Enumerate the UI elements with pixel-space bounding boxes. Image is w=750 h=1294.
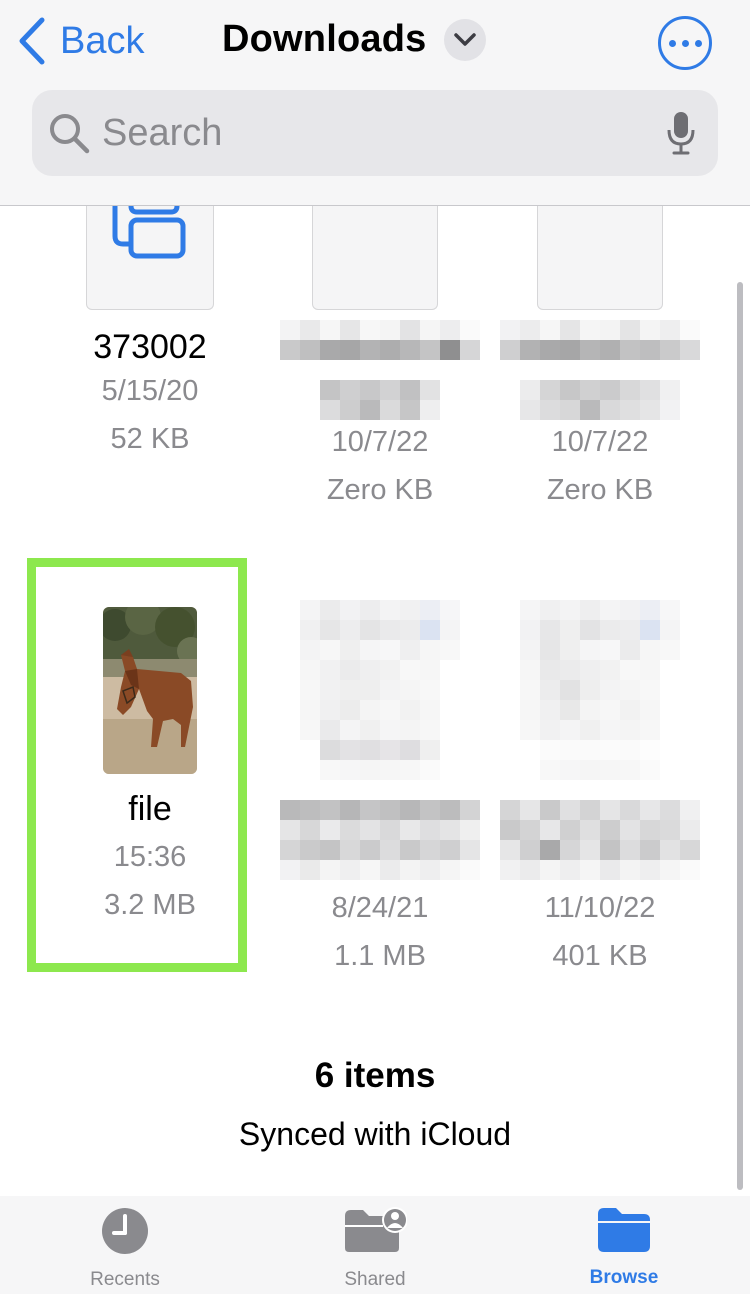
chevron-down-icon bbox=[454, 32, 477, 46]
file-date: 5/15/20 bbox=[101, 375, 199, 407]
file-date: 15:36 bbox=[113, 841, 187, 873]
file-date: 8/24/21 bbox=[331, 892, 429, 924]
tab-label: Shared bbox=[344, 1269, 406, 1290]
navigation-bar: Back Downloads bbox=[0, 0, 750, 206]
file-name: 373002 bbox=[93, 328, 207, 366]
tab-recents[interactable]: Recents bbox=[45, 1206, 205, 1291]
file-size: 3.2 MB bbox=[104, 889, 196, 921]
blurred-file-thumbnail bbox=[300, 600, 460, 780]
tab-label: Browse bbox=[589, 1267, 659, 1288]
file-size: Zero KB bbox=[326, 474, 434, 506]
folder-icon bbox=[598, 1208, 650, 1252]
stacked-windows-icon bbox=[112, 206, 186, 259]
file-date: 10/7/22 bbox=[331, 426, 429, 458]
tab-bar: Recents Shared Browse bbox=[0, 1196, 750, 1294]
file-size: 401 KB bbox=[552, 940, 648, 972]
ellipsis-circle-icon bbox=[668, 39, 676, 47]
file-name: file bbox=[128, 790, 172, 828]
scrollbar[interactable] bbox=[737, 282, 743, 1190]
tab-shared[interactable]: Shared bbox=[295, 1206, 455, 1291]
file-size: 1.1 MB bbox=[334, 940, 426, 972]
clock-icon bbox=[102, 1208, 148, 1254]
search-icon bbox=[50, 114, 90, 154]
file-item[interactable]: 10/7/22 Zero KB bbox=[500, 206, 700, 514]
file-thumbnail bbox=[86, 206, 214, 310]
tab-browse[interactable]: Browse bbox=[544, 1206, 704, 1289]
file-item[interactable]: 11/10/22 401 KB bbox=[500, 600, 700, 980]
shared-folder-icon bbox=[345, 1207, 408, 1252]
file-thumbnail bbox=[537, 206, 663, 310]
title-group: Downloads bbox=[222, 18, 487, 61]
blurred-file-thumbnail bbox=[520, 600, 680, 780]
page-title: Downloads bbox=[222, 18, 427, 60]
search-input[interactable] bbox=[102, 111, 642, 155]
search-bar[interactable] bbox=[32, 90, 718, 176]
blurred-file-name bbox=[500, 800, 700, 880]
ellipsis-dot bbox=[681, 39, 689, 47]
file-date: 11/10/22 bbox=[544, 892, 656, 924]
blurred-file-name bbox=[280, 800, 480, 880]
microphone-icon[interactable] bbox=[666, 110, 696, 156]
chevron-left-icon bbox=[19, 17, 45, 65]
blurred-file-name bbox=[520, 380, 680, 420]
blurred-file-name bbox=[320, 380, 440, 420]
file-date: 10/7/22 bbox=[551, 426, 649, 458]
file-item[interactable]: 373002 5/15/20 52 KB bbox=[70, 206, 230, 463]
blurred-file-name bbox=[280, 320, 480, 360]
file-size: Zero KB bbox=[546, 474, 654, 506]
blurred-file-name bbox=[500, 320, 700, 360]
sync-status: Synced with iCloud bbox=[238, 1116, 512, 1152]
item-count: 6 items bbox=[314, 1056, 436, 1095]
ellipsis-dot bbox=[694, 39, 702, 47]
more-options-button[interactable] bbox=[658, 16, 712, 70]
file-thumbnail bbox=[312, 206, 438, 310]
tab-label: Recents bbox=[90, 1269, 160, 1290]
file-item[interactable]: 8/24/21 1.1 MB bbox=[280, 600, 480, 980]
back-label: Back bbox=[60, 19, 145, 62]
horse-photo-thumbnail bbox=[103, 607, 197, 774]
title-menu-button[interactable] bbox=[444, 18, 487, 61]
file-item[interactable]: 10/7/22 Zero KB bbox=[280, 206, 480, 514]
back-button[interactable]: Back bbox=[16, 16, 144, 66]
file-size: 52 KB bbox=[110, 423, 190, 455]
file-item[interactable]: file 15:36 3.2 MB bbox=[70, 780, 230, 929]
